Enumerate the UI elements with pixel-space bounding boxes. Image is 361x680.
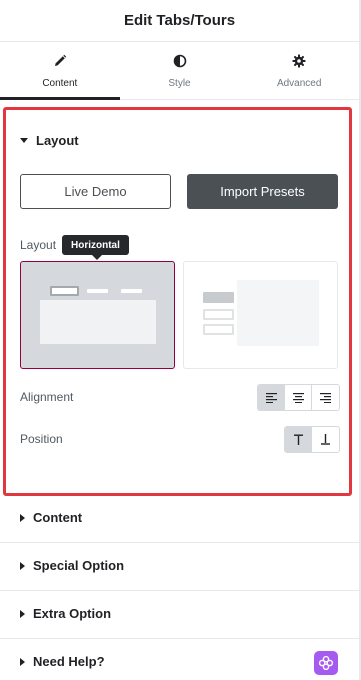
- section-toggle-layout[interactable]: Layout: [20, 133, 79, 148]
- gear-icon: [292, 54, 306, 73]
- alignment-label: Alignment: [20, 390, 74, 404]
- section-title: Extra Option: [33, 606, 112, 621]
- section-title: Content: [33, 510, 83, 525]
- align-right-button[interactable]: [312, 385, 339, 410]
- tab-label: Content: [42, 77, 78, 89]
- section-toggle-special-option[interactable]: Special Option: [20, 558, 124, 573]
- align-right-icon: [320, 393, 331, 403]
- section-title: Need Help?: [33, 654, 105, 669]
- editor-tabs: Content Style Advanced: [0, 43, 359, 100]
- tab-label: Advanced: [276, 77, 322, 89]
- preview-tab: [121, 289, 142, 293]
- section-toggle-content[interactable]: Content: [20, 510, 82, 525]
- section-title: Layout: [36, 133, 79, 148]
- tab-style[interactable]: Style: [120, 43, 240, 99]
- preview-content-area: [40, 300, 156, 344]
- layout-option-horizontal[interactable]: [20, 261, 175, 369]
- preview-active-tab: [50, 286, 79, 296]
- import-presets-button[interactable]: Import Presets: [187, 174, 338, 209]
- preview-content-area: [237, 280, 319, 346]
- align-center-button[interactable]: [285, 385, 312, 410]
- align-top-icon: [293, 434, 303, 445]
- position-bottom-button[interactable]: [312, 427, 339, 452]
- section-title: Special Option: [33, 558, 125, 573]
- align-bottom-icon: [321, 434, 330, 445]
- align-left-button[interactable]: [258, 385, 285, 410]
- layout-option-vertical[interactable]: [183, 261, 338, 369]
- live-demo-button[interactable]: Live Demo: [20, 174, 171, 209]
- section-toggle-need-help[interactable]: Need Help?: [20, 654, 105, 669]
- preview-tab: [203, 324, 234, 335]
- caret-right-icon: [20, 657, 25, 666]
- position-button-group: [284, 426, 340, 453]
- layout-label: Layout: [20, 238, 57, 252]
- pencil-icon: [53, 54, 67, 73]
- caret-right-icon: [20, 561, 25, 570]
- position-top-button[interactable]: [285, 427, 312, 452]
- panel-header: Edit Tabs/Tours: [0, 0, 359, 42]
- tab-advanced[interactable]: Advanced: [239, 43, 359, 99]
- divider: [0, 590, 359, 591]
- layout-tooltip: Horizontal: [62, 235, 129, 260]
- page-title: Edit Tabs/Tours: [123, 12, 236, 29]
- alignment-button-group: [257, 384, 340, 411]
- caret-down-icon: [20, 138, 28, 143]
- contrast-icon: [173, 54, 187, 73]
- divider: [0, 638, 359, 639]
- divider: [0, 542, 359, 543]
- align-center-icon: [292, 393, 304, 403]
- preview-tab: [203, 309, 234, 320]
- position-label: Position: [20, 432, 63, 446]
- preview-active-tab: [203, 292, 234, 303]
- help-plugin-icon[interactable]: [314, 651, 338, 675]
- tab-content[interactable]: Content: [0, 43, 120, 100]
- align-left-icon: [265, 393, 277, 403]
- caret-right-icon: [20, 513, 25, 522]
- preview-tab: [87, 289, 108, 293]
- section-toggle-extra-option[interactable]: Extra Option: [20, 606, 111, 621]
- caret-right-icon: [20, 609, 25, 618]
- tab-label: Style: [168, 77, 191, 89]
